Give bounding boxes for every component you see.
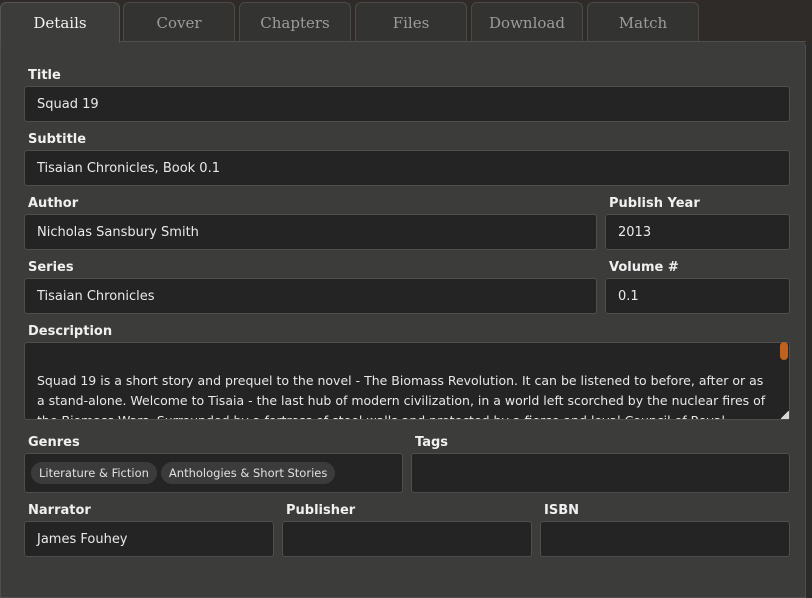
subtitle-input[interactable]: Tisaian Chronicles, Book 0.1: [24, 150, 790, 186]
tab-match[interactable]: Match: [587, 2, 699, 42]
tab-chapters[interactable]: Chapters: [239, 2, 351, 42]
genres-input[interactable]: Literature & Fiction Anthologies & Short…: [24, 453, 403, 493]
resize-grip-icon[interactable]: [781, 411, 789, 419]
isbn-input[interactable]: [540, 521, 790, 557]
publisher-input[interactable]: [282, 521, 532, 557]
description-textarea[interactable]: Squad 19 is a short story and prequel to…: [24, 342, 790, 420]
publisher-label: Publisher: [286, 503, 356, 518]
narrator-label: Narrator: [28, 503, 91, 518]
genre-chip[interactable]: Anthologies & Short Stories: [160, 462, 336, 484]
tags-label: Tags: [415, 435, 449, 450]
publish-year-input[interactable]: 2013: [605, 214, 790, 250]
series-label: Series: [28, 260, 74, 275]
description-label: Description: [28, 324, 113, 339]
details-panel: [0, 41, 806, 598]
tab-details[interactable]: Details: [0, 2, 120, 43]
tab-download[interactable]: Download: [471, 2, 583, 42]
tab-cover[interactable]: Cover: [123, 2, 235, 42]
volume-input[interactable]: 0.1: [605, 278, 790, 314]
subtitle-label: Subtitle: [28, 132, 87, 147]
author-label: Author: [28, 196, 79, 211]
series-input[interactable]: Tisaian Chronicles: [24, 278, 597, 314]
genres-label: Genres: [28, 435, 80, 450]
description-scrollbar[interactable]: [780, 342, 788, 360]
title-label: Title: [28, 68, 61, 83]
narrator-input[interactable]: James Fouhey: [24, 521, 274, 557]
tags-input[interactable]: [411, 453, 790, 493]
genre-chip[interactable]: Literature & Fiction: [31, 462, 157, 484]
title-input[interactable]: Squad 19: [24, 86, 790, 122]
author-input[interactable]: Nicholas Sansbury Smith: [24, 214, 597, 250]
publish-year-label: Publish Year: [609, 196, 700, 211]
panel-border: [120, 41, 806, 42]
volume-label: Volume #: [609, 260, 679, 275]
isbn-label: ISBN: [544, 503, 579, 518]
tab-files[interactable]: Files: [355, 2, 467, 42]
